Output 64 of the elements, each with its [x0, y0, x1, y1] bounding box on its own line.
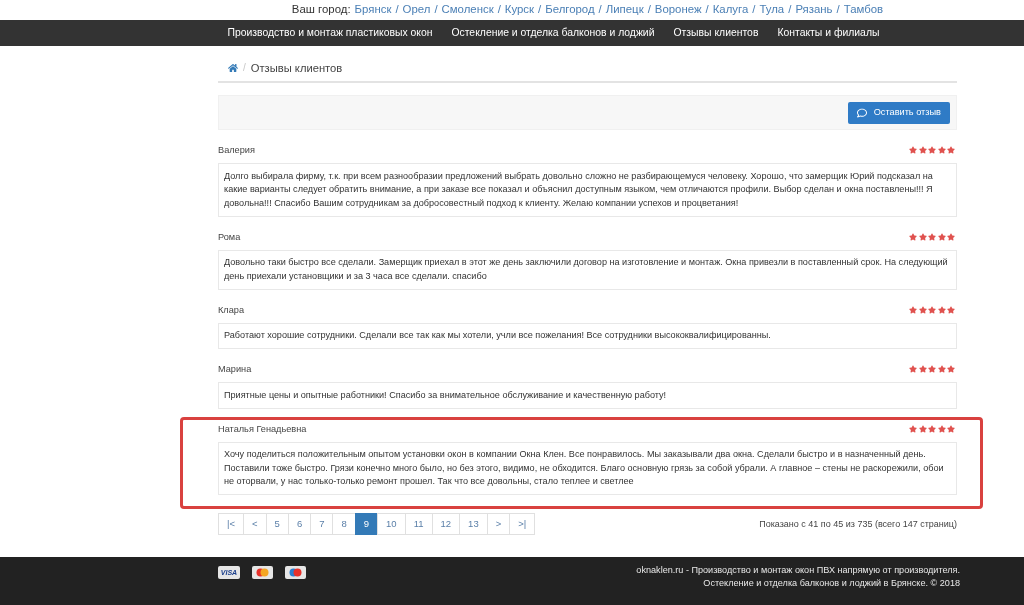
home-icon[interactable]	[228, 63, 238, 73]
review-text: Довольно таки быстро все сделали. Замерщик приехал в этот же день заключили договор на изготовление и монтаж. Окна привезли в поставленный срок. На следующий день приехали установщики и за 3 часа все сделали. спасибо	[218, 249, 957, 290]
page-button[interactable]: <	[243, 513, 267, 535]
page-button[interactable]: 10	[377, 513, 406, 535]
payment-card-icon	[252, 566, 273, 579]
city-separator: /	[395, 2, 399, 16]
footer-text: Остекление и отделка балконов и лоджий в Брянске. © 2018	[703, 577, 960, 590]
reviewer-name: Валерия	[218, 144, 255, 157]
page-button[interactable]: 9	[354, 513, 379, 535]
city-link[interactable]: Орел	[402, 2, 431, 16]
page-button[interactable]: 5	[265, 513, 289, 535]
comment-icon	[856, 107, 867, 118]
city-separator: /	[788, 2, 792, 16]
city-link[interactable]: Тамбов	[843, 2, 884, 16]
review-text: Хочу поделиться положительным опытом установки окон в компании Окна Клен. Все понравилось. Мы заказывали два окна. Сделали быстро и в назначенный день. Поставили тоже быстро. Грязи конечно много было, но без этого, видимо, не обходится. Благо основную грязь за собой убрали. А главное – стены не раскорежили, обои не оторвали, у нас только-только ремонт прошел. Так что все довольны, стало теплее и светлее	[218, 441, 957, 495]
city-link[interactable]: Рязань	[795, 2, 833, 16]
payment-card-icon	[285, 566, 306, 579]
page-button[interactable]: 8	[332, 513, 356, 535]
review-text: Долго выбирала фирму, т.к. при всем разнообразии предложений выбрать довольно сложно не разбирающемуся человеку. Хорошо, что замерщик Юрий подсказал на какие варианты следует обратить внимание, а при заказе все показал и объяснил доступным языком, чем отличаются профили. Выбор сделан и окна поставлены!!! Я довольна!!! Спасибо Вашим сотрудникам за добросовестный подход к клиенту. Желаю компании успехов и процветания!	[218, 163, 957, 217]
city-separator: /	[752, 2, 756, 16]
city-link[interactable]: Воронеж	[654, 2, 702, 16]
city-link[interactable]: Брянск	[354, 2, 392, 16]
city-link[interactable]: Смоленск	[441, 2, 494, 16]
city-separator: /	[647, 2, 651, 16]
city-separator: /	[836, 2, 840, 16]
nav-link[interactable]: Отзывы клиентов	[664, 20, 768, 46]
page-button[interactable]: >|	[509, 513, 536, 535]
city-link[interactable]: Тула	[759, 2, 785, 16]
page-button[interactable]: |<	[218, 513, 244, 535]
page-button[interactable]: 6	[287, 513, 312, 535]
review-text: Работают хорошие сотрудники. Сделали все так как мы хотели, учли все пожелания! Все сотрудники высококвалифицированны.	[218, 322, 957, 349]
page-button[interactable]: 11	[404, 513, 433, 535]
nav-link[interactable]: Остекление и отделка балконов и лоджий	[441, 20, 664, 46]
page-button[interactable]: 7	[310, 513, 334, 535]
city-link[interactable]: Калуга	[712, 2, 749, 16]
star-icon	[918, 232, 927, 241]
reviewer-name: Клара	[218, 303, 245, 317]
star-icon	[937, 305, 946, 314]
star-icon	[937, 424, 946, 433]
reviewer-name: Наталья Генадьевна	[218, 422, 307, 436]
city-link[interactable]: Липецк	[605, 2, 644, 16]
page-button[interactable]: 13	[459, 513, 488, 535]
city-separator: /	[598, 2, 602, 16]
city-link[interactable]: Курск	[504, 2, 535, 16]
reviewer-name: Рома	[218, 230, 241, 244]
star-icon	[937, 232, 946, 241]
city-separator: /	[538, 2, 542, 16]
pagination-summary: Показано с 41 по 45 из 735 (всего 147 страниц)	[759, 518, 957, 531]
breadcrumb-separator: /	[243, 61, 246, 75]
breadcrumb-current: Отзывы клиентов	[250, 61, 343, 76]
city-separator: /	[705, 2, 709, 16]
page-button[interactable]: >	[486, 513, 511, 535]
star-icon	[918, 424, 927, 433]
city-link[interactable]: Белгород	[545, 2, 595, 16]
nav-link[interactable]: Производство и монтаж пластиковых окон	[218, 20, 442, 46]
footer-text: oknaklen.ru - Производство и монтаж окон ПВХ напрямую от производителя.	[636, 564, 960, 577]
leave-review-button[interactable]: Оставить отзыв	[847, 101, 950, 124]
star-icon	[918, 305, 927, 314]
city-separator: /	[434, 2, 438, 16]
nav-link[interactable]: Контакты и филиалы	[767, 20, 889, 46]
reviewer-name: Марина	[218, 363, 252, 376]
review-text: Приятные цены и опытные работники! Спасибо за внимательное обслуживание и качественную работу!	[218, 382, 957, 409]
city-label: Ваш город:	[291, 2, 351, 16]
city-separator: /	[497, 2, 501, 16]
